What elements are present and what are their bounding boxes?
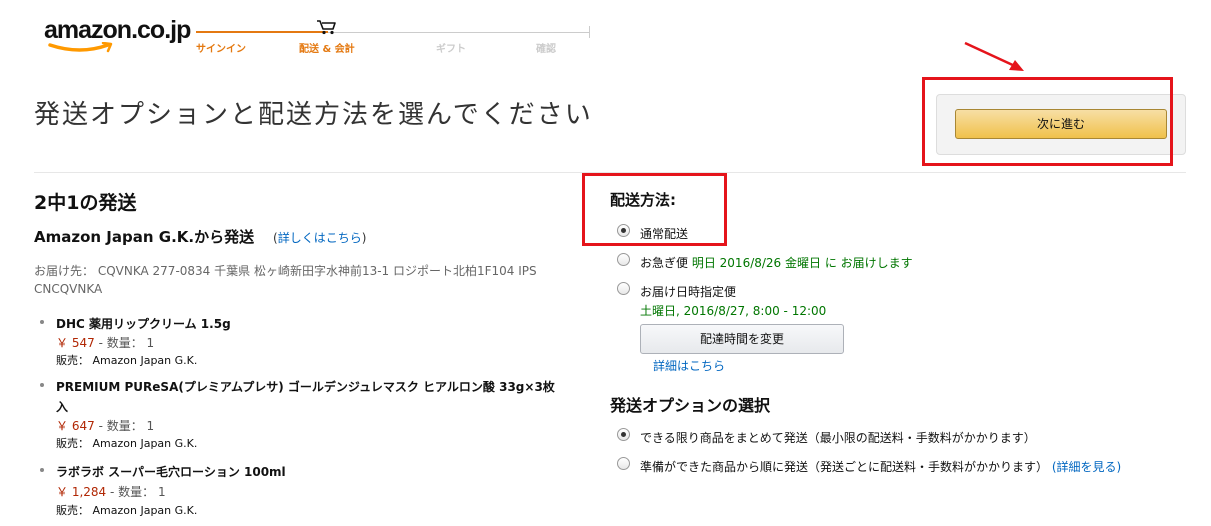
amazon-logo[interactable]: amazon.co.jp [44,16,191,56]
paren-close: ) [361,231,367,245]
delivery-address: お届け先： CQVNKA 277-0834 千葉県 松ヶ崎新田字水神前13-1 … [34,262,564,298]
item-name: DHC 薬用リップクリーム 1.5g [56,317,231,331]
step-gift: ギフト [436,44,466,55]
progress-done-bar [196,31,328,33]
item-price-line: ￥ 547 - 数量： 1 [56,334,154,351]
item-price-line: ￥ 647 - 数量： 1 [56,417,154,434]
radio-consolidate-shipping[interactable] [617,428,630,441]
bullet [40,468,44,472]
checkout-progress: サインイン 配送 & 会計 ギフト 確認 [196,18,591,58]
option-standard-shipping[interactable]: 通常配送 [640,225,688,242]
logo-text: amazon.co.jp [44,16,191,44]
progress-end-tick [589,26,590,38]
change-delivery-time-button[interactable]: 配達時間を変更 [640,324,844,354]
qty-label: - 数量： [98,336,143,350]
shipper-title: Amazon Japan G.K.から発送 [34,228,255,246]
scheduled-delivery-date: 土曜日, 2016/8/27, 8:00 - 12:00 [640,304,827,318]
page-title: 発送オプションと配送方法を選んでください [34,100,593,130]
express-label: お急ぎ便 [640,256,689,270]
qty-label: - 数量： [110,485,155,499]
item-seller-line: 販売： Amazon Japan G.K. [56,352,197,368]
radio-scheduled-shipping[interactable] [617,282,630,295]
seller-label: 販売： [56,354,89,367]
item-seller-line: 販売： Amazon Japan G.K. [56,435,197,451]
express-delivery-date: 明日 2016/8/26 金曜日 に お届けします [691,256,913,270]
qty-label: - 数量： [98,419,143,433]
item-price-line: ￥ 1,284 - 数量： 1 [56,483,166,500]
item-seller: Amazon Japan G.K. [92,354,198,367]
cart-icon [317,20,336,35]
item-seller: Amazon Japan G.K. [92,504,198,517]
item-qty: 1 [146,419,155,433]
see-more-link[interactable]: (詳細を見る) [1052,460,1121,474]
smile-arrow-icon [48,42,113,53]
radio-standard-shipping[interactable] [617,224,630,237]
shipper-details: (詳しくはこちら) [273,229,366,246]
step-confirm: 確認 [536,44,556,55]
option-consolidate-shipping[interactable]: できる限り商品をまとめて発送（最小限の配送料・手数料がかかります） [640,429,1036,446]
seller-label: 販売： [56,504,89,517]
step-signin: サインイン [196,44,246,55]
item-qty: 1 [157,485,166,499]
option-ship-as-ready[interactable]: 準備ができた商品から順に発送（発送ごとに配送料・手数料がかかります） (詳細を見… [640,458,1121,475]
shipper-details-link[interactable]: 詳しくはこちら [278,231,362,245]
option-express-shipping[interactable]: お急ぎ便 明日 2016/8/26 金曜日 に お届けします [640,254,913,271]
item-seller: Amazon Japan G.K. [92,437,198,450]
ship-as-ready-label: 準備ができた商品から順に発送（発送ごとに配送料・手数料がかかります） [640,460,1049,474]
shipping-options-title: 発送オプションの選択 [610,396,771,415]
item-price: ￥ 647 [56,419,95,433]
item-price: ￥ 547 [56,336,95,350]
radio-ship-as-ready[interactable] [617,457,630,470]
progress-remaining-bar [328,32,590,33]
shipment-title: 2中1の発送 [34,192,137,214]
item-name: ラボラボ スーパー毛穴ローション 100ml [56,465,286,479]
item-name: PREMIUM PUReSA(プレミアムプレサ) ゴールデンジュレマスク ヒアル… [56,380,555,414]
step-shipping: 配送 & 会計 [299,44,355,55]
annotation-arrow-icon [964,41,1024,71]
bullet [40,320,44,324]
bullet [40,383,44,387]
item-seller-line: 販売： Amazon Japan G.K. [56,502,197,518]
option-scheduled-shipping[interactable]: お届け日時指定便 [640,283,736,300]
item-qty: 1 [146,336,155,350]
seller-label: 販売： [56,437,89,450]
shipping-details-link[interactable]: 詳細はこちら [653,357,725,374]
item-price: ￥ 1,284 [56,485,107,499]
annotation-box-continue [922,77,1173,166]
radio-express-shipping[interactable] [617,253,630,266]
address-label: お届け先： [34,264,95,278]
address-text: CQVNKA 277-0834 千葉県 松ヶ崎新田字水神前13-1 ロジポート北… [34,264,537,296]
